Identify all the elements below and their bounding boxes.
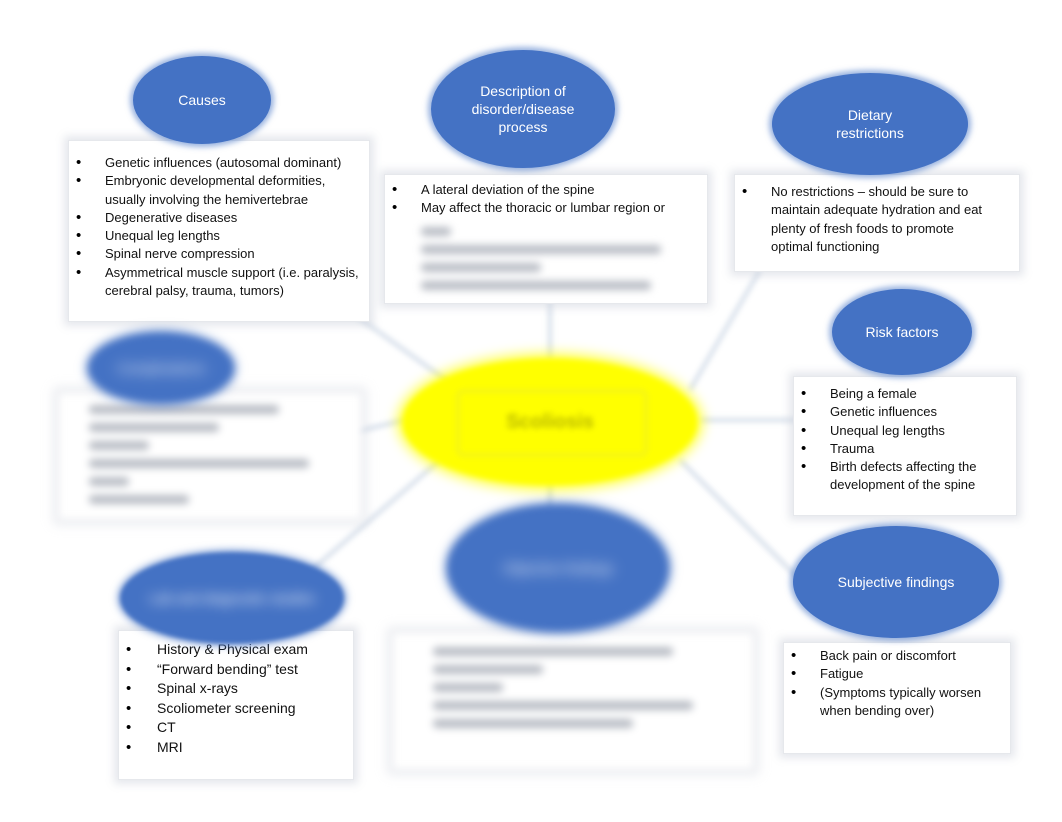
risk-factors-title: Risk factors xyxy=(865,324,939,340)
diagnostics-item: MRI xyxy=(119,738,353,758)
center-topic: Scoliosis xyxy=(402,358,698,486)
left-middle-box xyxy=(58,392,362,520)
causes-item: Unequal leg lengths xyxy=(69,227,369,246)
description-box: A lateral deviation of the spine May aff… xyxy=(384,174,708,304)
risk-factors-item: Genetic influences xyxy=(794,403,1016,422)
diagnostics-box: History & Physical exam “Forward bending… xyxy=(118,630,354,780)
diagnostics-item: “Forward bending” test xyxy=(119,660,353,680)
risk-factors-item: Birth defects affecting the development … xyxy=(794,458,1016,495)
subjective-title: Subjective findings xyxy=(837,574,955,590)
description-item: A lateral deviation of the spine xyxy=(385,181,707,200)
causes-item: Embryonic developmental deformities, usu… xyxy=(69,172,369,209)
description-item: May affect the thoracic or lumbar region… xyxy=(385,199,707,218)
left-middle-bubble: Complications xyxy=(88,332,234,404)
diagnostics-bubble: Lab and diagnostic studies xyxy=(120,552,344,644)
description-bubble: Description of disorder/disease process xyxy=(431,50,615,168)
dietary-title: Dietary restrictions xyxy=(836,107,904,141)
diagnostics-item: Scoliometer screening xyxy=(119,699,353,719)
dietary-bubble: Dietary restrictions xyxy=(772,73,968,175)
subjective-item: (Symptoms typically worsen when bending … xyxy=(784,684,1010,721)
subjective-item: Fatigue xyxy=(784,665,1010,684)
bottom-middle-box xyxy=(392,632,754,770)
causes-item: Spinal nerve compression xyxy=(69,245,369,264)
risk-factors-bubble: Risk factors xyxy=(832,289,972,375)
dietary-item: No restrictions – should be sure to main… xyxy=(735,183,1019,256)
diagnostics-title: Lab and diagnostic studies xyxy=(149,590,315,606)
description-title: Description of disorder/disease process xyxy=(471,83,575,135)
risk-factors-item: Being a female xyxy=(794,385,1016,404)
causes-bubble: Causes xyxy=(133,56,271,144)
dietary-box: No restrictions – should be sure to main… xyxy=(734,174,1020,272)
causes-item: Degenerative diseases xyxy=(69,209,369,228)
subjective-bubble: Subjective findings xyxy=(793,526,999,638)
diagnostics-item: Spinal x-rays xyxy=(119,679,353,699)
causes-item: Genetic influences (autosomal dominant) xyxy=(69,154,369,173)
causes-box: Genetic influences (autosomal dominant) … xyxy=(68,140,370,322)
bottom-middle-title: Objective findings xyxy=(502,560,614,576)
risk-factors-item: Trauma xyxy=(794,440,1016,459)
diagnostics-item: CT xyxy=(119,718,353,738)
bottom-middle-bubble: Objective findings xyxy=(447,504,669,632)
risk-factors-box: Being a female Genetic influences Unequa… xyxy=(793,376,1017,516)
center-topic-frame xyxy=(457,390,647,456)
risk-factors-item: Unequal leg lengths xyxy=(794,422,1016,441)
subjective-item: Back pain or discomfort xyxy=(784,647,1010,666)
description-blurred-text xyxy=(421,226,671,290)
subjective-box: Back pain or discomfort Fatigue (Symptom… xyxy=(783,642,1011,754)
left-middle-title: Complications xyxy=(117,360,205,376)
causes-title: Causes xyxy=(178,92,226,108)
causes-item: Asymmetrical muscle support (i.e. paraly… xyxy=(69,264,369,301)
